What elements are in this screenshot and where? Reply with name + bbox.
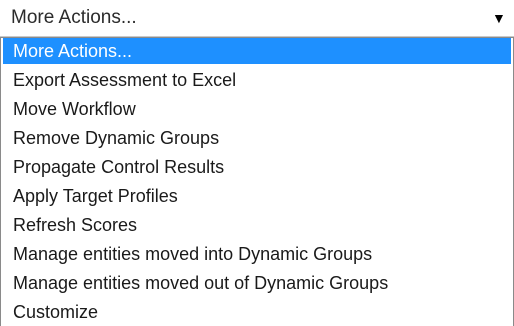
option-move-workflow[interactable]: Move Workflow [3,96,511,122]
more-actions-select[interactable]: More Actions... ▼ [0,0,514,37]
option-manage-entities-moved-into-dynamic-groups[interactable]: Manage entities moved into Dynamic Group… [3,241,511,267]
option-remove-dynamic-groups[interactable]: Remove Dynamic Groups [3,125,511,151]
select-current-value: More Actions... [11,7,137,28]
option-customize[interactable]: Customize [3,299,511,325]
option-more-actions[interactable]: More Actions... [3,38,511,64]
option-propagate-control-results[interactable]: Propagate Control Results [3,154,511,180]
option-manage-entities-moved-out-of-dynamic-groups[interactable]: Manage entities moved out of Dynamic Gro… [3,270,511,296]
option-apply-target-profiles[interactable]: Apply Target Profiles [3,183,511,209]
option-refresh-scores[interactable]: Refresh Scores [3,212,511,238]
caret-down-icon[interactable]: ▼ [492,11,506,25]
option-export-assessment-to-excel[interactable]: Export Assessment to Excel [3,67,511,93]
more-actions-dropdown-list: More Actions... Export Assessment to Exc… [0,37,514,326]
